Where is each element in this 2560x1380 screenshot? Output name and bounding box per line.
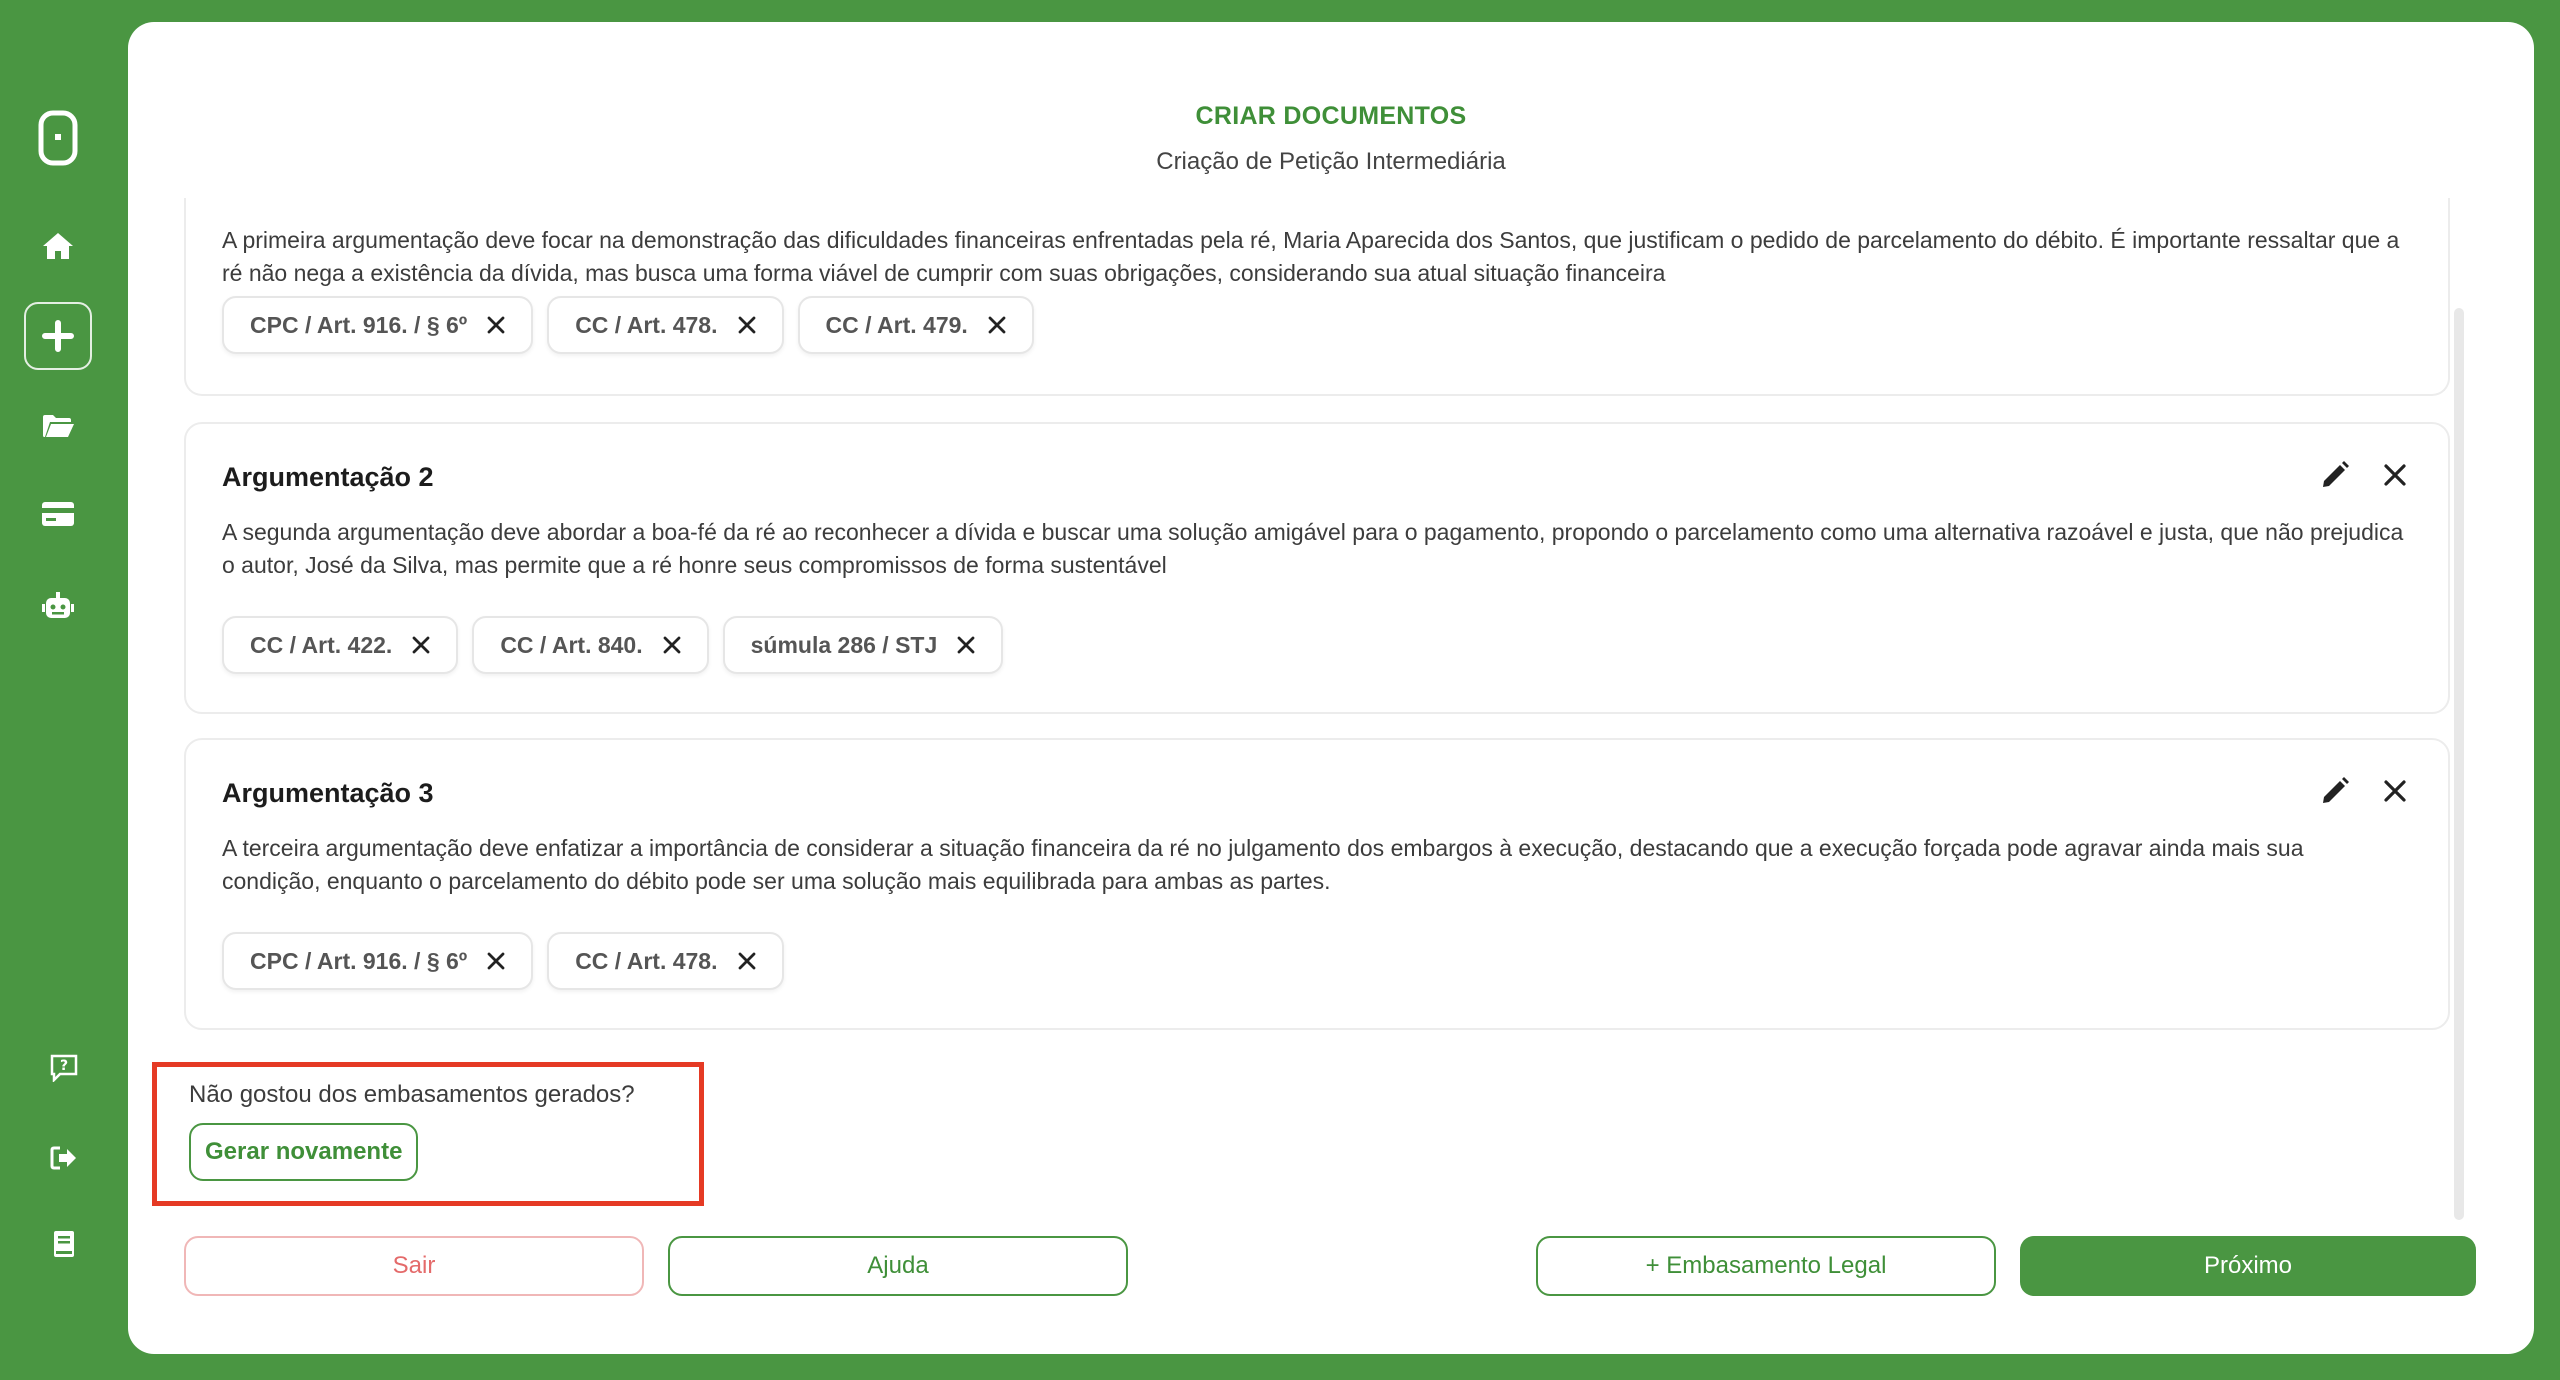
scrollbar[interactable]	[2454, 308, 2464, 1220]
remove-tag-icon[interactable]	[736, 314, 758, 336]
book-icon[interactable]	[30, 1210, 98, 1278]
delete-icon[interactable]	[2380, 460, 2410, 490]
tag-label: CC / Art. 422.	[250, 631, 393, 658]
remove-tag-icon[interactable]	[485, 314, 507, 336]
page-subtitle: Criação de Petição Intermediária	[1156, 148, 1506, 175]
svg-text:?: ?	[60, 1058, 68, 1074]
robot-icon[interactable]	[24, 572, 92, 640]
logo-icon[interactable]	[24, 104, 92, 172]
plus-icon[interactable]	[24, 302, 92, 370]
tag-label: CC / Art. 478.	[575, 947, 718, 974]
remove-tag-icon[interactable]	[986, 314, 1008, 336]
regenerate-section: Não gostou dos embasamentos gerados? Ger…	[152, 1062, 704, 1206]
sidebar: ?	[0, 0, 128, 1380]
tag-label: súmula 286 / STJ	[750, 631, 938, 658]
argument-card-1: A primeira argumentação deve focar na de…	[184, 198, 2450, 396]
legal-tag: CC / Art. 479.	[797, 296, 1034, 354]
remove-tag-icon[interactable]	[661, 634, 683, 656]
legal-tag: CC / Art. 422.	[222, 616, 459, 674]
legal-tag: CC / Art. 478.	[547, 296, 784, 354]
remove-tag-icon[interactable]	[485, 950, 507, 972]
exit-button[interactable]: Sair	[184, 1236, 644, 1296]
legal-tag: CPC / Art. 916. / § 6º	[222, 932, 534, 990]
logout-icon[interactable]	[30, 1124, 98, 1192]
argument-text: A terceira argumentação deve enfatizar a…	[222, 835, 2304, 894]
regenerate-button[interactable]: Gerar novamente	[189, 1123, 419, 1181]
add-legal-basis-button[interactable]: + Embasamento Legal	[1536, 1236, 1996, 1296]
tag-label: CC / Art. 478.	[575, 311, 718, 338]
tag-label: CPC / Art. 916. / § 6º	[250, 947, 468, 974]
tag-list: CPC / Art. 916. / § 6º CC / Art. 478. CC…	[222, 296, 1034, 354]
tag-label: CC / Art. 479.	[825, 311, 968, 338]
home-icon[interactable]	[24, 212, 92, 280]
regenerate-question: Não gostou dos embasamentos gerados?	[189, 1081, 635, 1108]
argument-title: Argumentação 3	[222, 778, 434, 808]
next-button[interactable]: Próximo	[2020, 1236, 2476, 1296]
help-button[interactable]: Ajuda	[668, 1236, 1128, 1296]
legal-tag: CC / Art. 840.	[472, 616, 709, 674]
argument-text: A segunda argumentação deve abordar a bo…	[222, 519, 2404, 578]
tag-label: CPC / Art. 916. / § 6º	[250, 311, 468, 338]
remove-tag-icon[interactable]	[410, 634, 432, 656]
main-card: CRIAR DOCUMENTOS Criação de Petição Inte…	[128, 22, 2534, 1354]
folder-icon[interactable]	[24, 392, 92, 460]
argument-text: A primeira argumentação deve focar na de…	[222, 227, 2400, 286]
argument-title: Argumentação 2	[222, 462, 434, 492]
edit-icon[interactable]	[2320, 776, 2350, 806]
delete-icon[interactable]	[2380, 776, 2410, 806]
help-icon[interactable]: ?	[30, 1034, 98, 1102]
credit-card-icon[interactable]	[24, 480, 92, 548]
argument-card-3: Argumentação 3 A terceira argumentação d…	[184, 738, 2450, 1030]
tag-label: CC / Art. 840.	[500, 631, 643, 658]
tag-list: CPC / Art. 916. / § 6º CC / Art. 478.	[222, 932, 784, 990]
remove-tag-icon[interactable]	[955, 634, 977, 656]
legal-tag: CC / Art. 478.	[547, 932, 784, 990]
legal-tag: súmula 286 / STJ	[722, 616, 1004, 674]
edit-icon[interactable]	[2320, 460, 2350, 490]
legal-tag: CPC / Art. 916. / § 6º	[222, 296, 534, 354]
page-title: CRIAR DOCUMENTOS	[1195, 102, 1467, 130]
argument-card-2: Argumentação 2 A segunda argumentação de…	[184, 422, 2450, 714]
tag-list: CC / Art. 422. CC / Art. 840. súmula 286…	[222, 616, 1004, 674]
remove-tag-icon[interactable]	[736, 950, 758, 972]
